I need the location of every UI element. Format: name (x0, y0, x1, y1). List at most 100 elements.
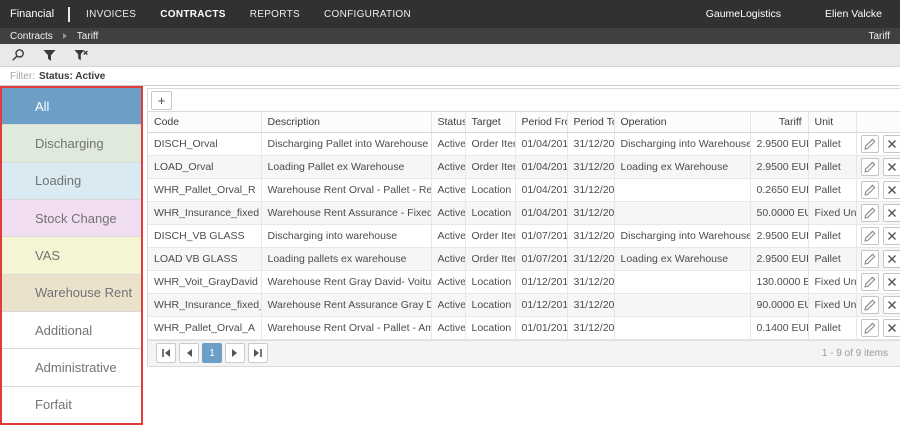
column-header-unit[interactable]: Unit (808, 112, 857, 133)
cell-tariff: 2.9500 EUR (750, 224, 809, 248)
delete-button[interactable] (882, 295, 900, 314)
prev-page-icon (187, 349, 192, 357)
cell-tariff: 2.9500 EUR (750, 155, 809, 179)
add-tariff-button[interactable]: + (151, 90, 172, 110)
edit-button[interactable] (860, 180, 879, 199)
x-icon (887, 277, 896, 286)
filter-icon (43, 49, 56, 61)
table-row[interactable]: WHR_Pallet_Orval_R Warehouse Rent Orval -… (148, 178, 900, 202)
company-name[interactable]: GaumeLogistics (706, 8, 781, 20)
cell-actions (856, 201, 900, 225)
cell-period_to: 31/12/2099 (567, 270, 615, 294)
table-row[interactable]: DISCH_Orval Discharging Pallet into Wareh… (148, 132, 900, 156)
delete-button[interactable] (882, 272, 900, 291)
column-header-description[interactable]: Description (261, 112, 432, 133)
cell-target: Location (465, 293, 516, 317)
edit-button[interactable] (860, 272, 879, 291)
sidebar-item-vas[interactable]: VAS (2, 237, 141, 275)
clear-filter-button[interactable] (73, 47, 90, 64)
cell-operation: Discharging into Warehouse (614, 224, 751, 248)
cell-description: Warehouse Rent Orval - Pallet - Refriger… (261, 178, 432, 202)
first-page-button[interactable] (156, 343, 176, 363)
cell-period_from: 01/04/2017 (515, 178, 568, 202)
x-icon (887, 139, 896, 148)
column-header-operation[interactable]: Operation (614, 112, 751, 133)
next-page-button[interactable] (225, 343, 245, 363)
sidebar-item-warehouse-rent[interactable]: Warehouse Rent (2, 274, 141, 312)
table-row[interactable]: DISCH_VB GLASS Discharging into warehouse… (148, 224, 900, 248)
tariff-group-sidebar: All Discharging Loading Stock Change VAS Ware… (0, 86, 143, 425)
delete-button[interactable] (882, 318, 900, 337)
edit-button[interactable] (860, 134, 879, 153)
cell-operation: Loading ex Warehouse (614, 155, 751, 179)
pencil-icon (863, 138, 875, 150)
pencil-icon (863, 253, 875, 265)
cell-period_from: 01/07/2017 (515, 224, 568, 248)
user-name[interactable]: Elien Valcke (825, 8, 882, 20)
edit-button[interactable] (860, 226, 879, 245)
table-row[interactable]: WHR_Insurance_fixed Warehouse Rent Assura… (148, 201, 900, 225)
breadcrumb: Contracts Tariff Tariff (0, 28, 900, 44)
cell-unit: Pallet (808, 155, 857, 179)
search-button[interactable] (9, 47, 26, 64)
cell-operation (614, 270, 751, 294)
sidebar-item-all[interactable]: All (2, 88, 141, 126)
delete-button[interactable] (882, 226, 900, 245)
sidebar-item-discharging[interactable]: Discharging (2, 125, 141, 163)
x-icon (887, 254, 896, 263)
menu-item-reports[interactable]: REPORTS (250, 9, 300, 20)
cell-actions (856, 224, 900, 248)
sidebar-item-administrative[interactable]: Administrative (2, 349, 141, 387)
filter-label: Filter: (10, 70, 35, 82)
column-header-period_from[interactable]: Period From (515, 112, 568, 133)
edit-button[interactable] (860, 157, 879, 176)
edit-button[interactable] (860, 249, 879, 268)
last-page-button[interactable] (248, 343, 268, 363)
prev-page-button[interactable] (179, 343, 199, 363)
table-row[interactable]: LOAD VB GLASS Loading pallets ex warehous… (148, 247, 900, 271)
sidebar-item-additional[interactable]: Additional (2, 311, 141, 350)
cell-target: Order Item (465, 155, 516, 179)
sidebar-item-forfait[interactable]: Forfait (2, 386, 141, 423)
edit-button[interactable] (860, 203, 879, 222)
app-brand[interactable]: Financial (0, 8, 68, 20)
edit-button[interactable] (860, 295, 879, 314)
x-icon (887, 300, 896, 309)
cell-tariff: 2.9500 EUR (750, 132, 809, 156)
breadcrumb-contracts[interactable]: Contracts (10, 31, 53, 42)
column-header-code[interactable]: Code (148, 112, 262, 133)
table-row[interactable]: LOAD_Orval Loading Pallet ex Warehouse Act… (148, 155, 900, 179)
cell-description: Warehouse Rent Gray David- Voiture (261, 270, 432, 294)
cell-description: Discharging into warehouse (261, 224, 432, 248)
column-header-period_to[interactable]: Period To (567, 112, 615, 133)
table-row[interactable]: WHR_Voit_GrayDavid Warehouse Rent Gray Da… (148, 270, 900, 294)
table-row[interactable]: WHR_Pallet_Orval_A Warehouse Rent Orval -… (148, 316, 900, 340)
cell-code: WHR_Pallet_Orval_R (148, 178, 262, 202)
menu-item-invoices[interactable]: INVOICES (86, 9, 136, 20)
search-icon (11, 49, 24, 61)
sidebar-item-stock-change[interactable]: Stock Change (2, 199, 141, 238)
menu-item-configuration[interactable]: CONFIGURATION (324, 9, 411, 20)
cell-operation (614, 178, 751, 202)
delete-button[interactable] (882, 180, 900, 199)
filter-bar: Filter: Status: Active (0, 67, 900, 86)
column-header-actions (856, 112, 900, 133)
page-number-button[interactable]: 1 (202, 343, 222, 363)
column-header-status[interactable]: Status (431, 112, 466, 133)
delete-button[interactable] (882, 249, 900, 268)
delete-button[interactable] (882, 203, 900, 222)
delete-button[interactable] (882, 134, 900, 153)
cell-operation (614, 316, 751, 340)
column-header-tariff[interactable]: Tariff (750, 112, 809, 133)
column-header-target[interactable]: Target (465, 112, 516, 133)
delete-button[interactable] (882, 157, 900, 176)
cell-unit: Pallet (808, 247, 857, 271)
sidebar-item-loading[interactable]: Loading (2, 162, 141, 200)
cell-status: Active (431, 247, 466, 271)
filter-button[interactable] (41, 47, 58, 64)
breadcrumb-tariff[interactable]: Tariff (77, 31, 99, 42)
edit-button[interactable] (860, 318, 879, 337)
menu-item-contracts[interactable]: CONTRACTS (160, 9, 225, 20)
table-row[interactable]: WHR_Insurance_fixed_GrayDavidWarehouse R… (148, 293, 900, 317)
content-area: All Discharging Loading Stock Change VAS Ware… (0, 86, 900, 425)
